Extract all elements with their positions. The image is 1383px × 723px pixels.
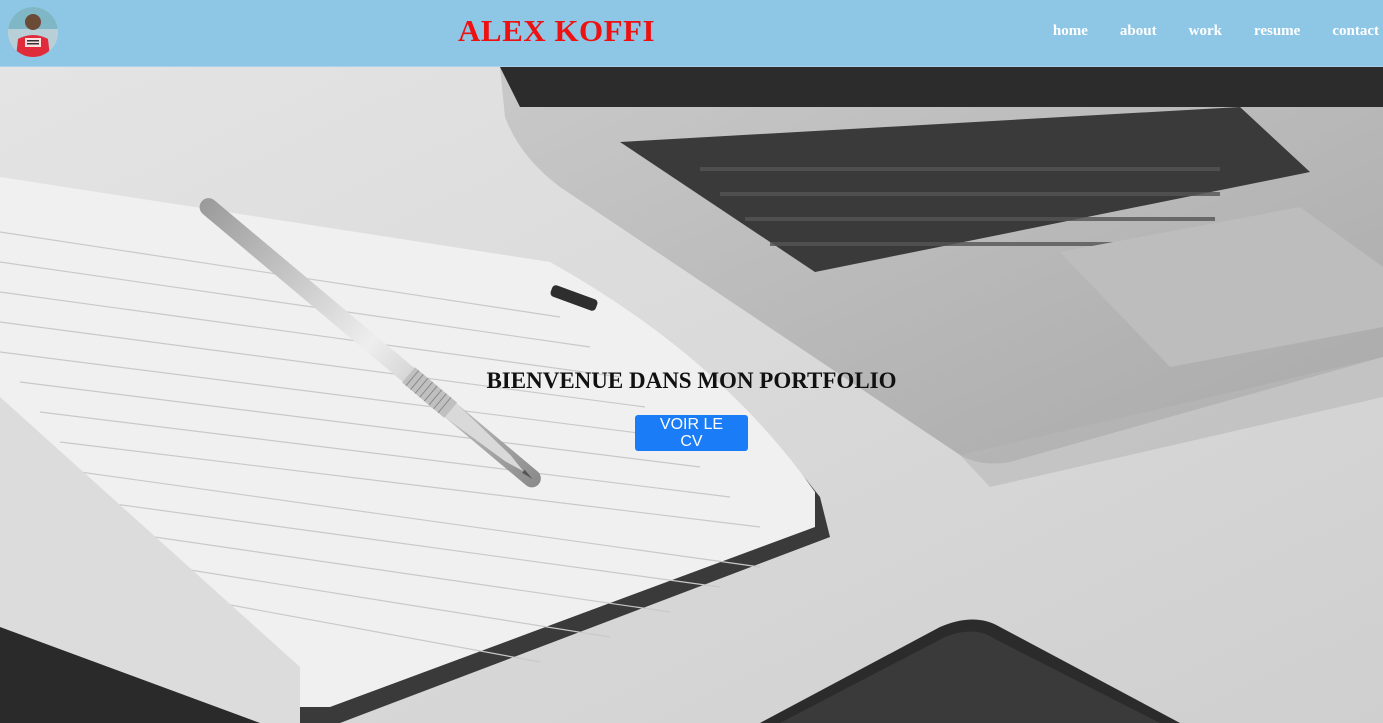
hero-title: BIENVENUE DANS MON PORTFOLIO [486,368,897,393]
nav-about[interactable]: about [1120,23,1157,40]
main-nav: home about work resume contact [1021,23,1383,40]
nav-work[interactable]: work [1189,23,1222,40]
nav-home[interactable]: home [1053,23,1088,40]
nav-contact[interactable]: contact [1332,23,1379,40]
hero-section: BIENVENUE DANS MON PORTFOLIO VOIR LE CV [0,67,1383,723]
site-header: ALEX KOFFI home about work resume contac… [0,0,1383,67]
view-cv-button[interactable]: VOIR LE CV [635,415,748,451]
site-title[interactable]: ALEX KOFFI [458,13,655,49]
nav-resume[interactable]: resume [1254,23,1300,40]
hero-background-image [0,67,1383,723]
avatar[interactable] [8,7,58,57]
profile-photo-icon [8,7,58,57]
